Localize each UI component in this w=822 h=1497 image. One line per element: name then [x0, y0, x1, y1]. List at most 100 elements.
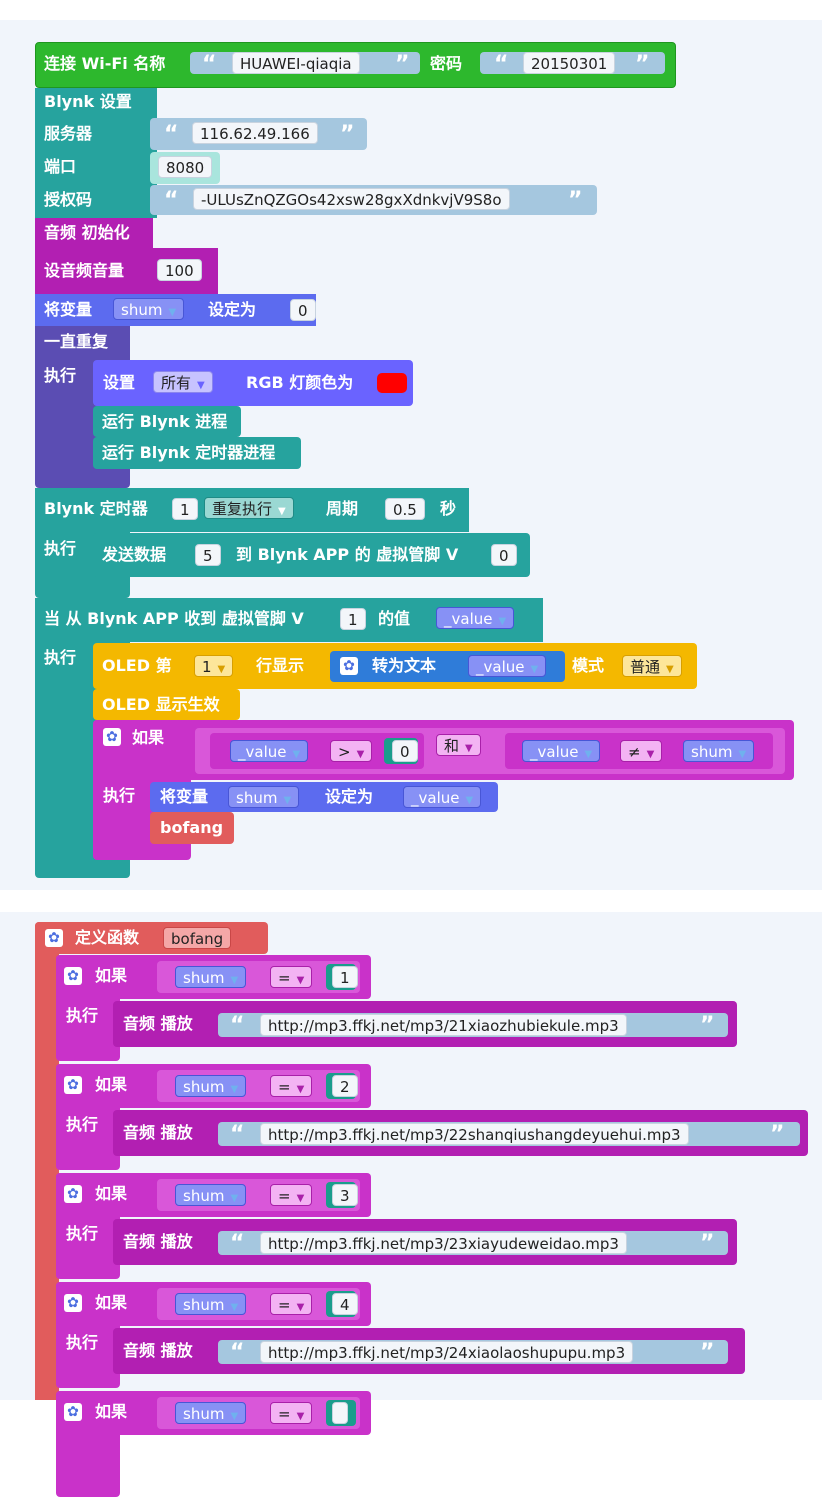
variable-dropdown[interactable]: shum ▼: [113, 298, 185, 320]
timer-sec-label: 秒: [440, 499, 457, 518]
case-number-field[interactable]: 4: [332, 1293, 358, 1315]
case-number-field[interactable]: 2: [332, 1075, 358, 1097]
receive-title: 当 从 Blynk APP 收到 虚拟管脚 V: [44, 609, 304, 628]
blynk-port-field[interactable]: 8080: [158, 156, 213, 178]
audio-url-field[interactable]: http://mp3.ffkj.net/mp3/23xiayudeweidao.…: [260, 1232, 627, 1254]
close-quote-icon: ”: [700, 1231, 715, 1256]
close-quote-icon: ”: [568, 188, 583, 213]
gear-icon[interactable]: ✿: [64, 1185, 82, 1203]
case-eq-value: =: [278, 1405, 291, 1423]
run-blynk-label: 运行 Blynk 进程: [102, 412, 228, 431]
dropdown-arrow-icon: ▼: [646, 749, 655, 760]
case-eq-dropdown[interactable]: = ▼: [270, 1402, 313, 1424]
dropdown-arrow-icon: ▼: [465, 795, 474, 806]
oled-row-dropdown[interactable]: 1 ▼: [194, 655, 234, 677]
case-eq-dropdown[interactable]: = ▼: [270, 966, 313, 988]
receive-pin-field[interactable]: 1: [340, 608, 366, 630]
case-eq-dropdown[interactable]: = ▼: [270, 1075, 313, 1097]
send-value-field[interactable]: 5: [195, 544, 221, 566]
open-quote-icon: “: [230, 1013, 245, 1038]
neq-right-var[interactable]: shum ▼: [683, 740, 755, 762]
close-quote-icon: ”: [770, 1122, 785, 1147]
dropdown-arrow-icon: ▼: [230, 1411, 239, 1422]
to-text-param-dropdown[interactable]: _value ▼: [468, 655, 547, 677]
to-text-label: 转为文本: [372, 656, 437, 675]
case-eq-dropdown[interactable]: = ▼: [270, 1293, 313, 1315]
gear-icon[interactable]: ✿: [64, 1294, 82, 1312]
set-var-value-field[interactable]: 0: [290, 299, 316, 321]
audio-volume-field[interactable]: 100: [157, 259, 202, 281]
operator-neq-value: ≠: [628, 743, 641, 761]
gear-icon[interactable]: ✿: [64, 967, 82, 985]
rgb-target-dropdown[interactable]: 所有 ▼: [153, 371, 213, 393]
oled-mode-dropdown[interactable]: 普通 ▼: [622, 655, 682, 677]
gear-icon[interactable]: ✿: [103, 728, 121, 746]
open-quote-icon: “: [230, 1122, 245, 1147]
close-quote-icon: ”: [700, 1013, 715, 1038]
case-var-dropdown[interactable]: shum ▼: [175, 1075, 247, 1097]
case-var-dropdown[interactable]: shum ▼: [175, 1184, 247, 1206]
dropdown-arrow-icon: ▼: [356, 749, 365, 760]
neq-left-var[interactable]: _value ▼: [522, 740, 601, 762]
case-number-field[interactable]: 3: [332, 1184, 358, 1206]
function-name-field[interactable]: bofang: [163, 927, 232, 949]
open-quote-icon: “: [164, 188, 179, 213]
send-data-label: 发送数据: [102, 545, 167, 564]
timer-period-field[interactable]: 0.5: [385, 498, 425, 520]
rgb-text: RGB 灯颜色为: [246, 373, 354, 392]
set-to-label: 设定为: [208, 300, 257, 319]
timer-mode-value: 重复执行: [212, 500, 273, 518]
dropdown-arrow-icon: ▼: [230, 1193, 239, 1204]
case-eq-dropdown[interactable]: = ▼: [270, 1184, 313, 1206]
gear-icon[interactable]: ✿: [64, 1076, 82, 1094]
wifi-ssid-field[interactable]: HUAWEI-qiaqia: [232, 52, 360, 74]
gear-icon[interactable]: ✿: [340, 657, 358, 675]
case-var-dropdown[interactable]: shum ▼: [175, 966, 247, 988]
receive-param-dropdown[interactable]: _value ▼: [436, 607, 515, 629]
inner-value-dropdown[interactable]: _value ▼: [403, 786, 482, 808]
blynk-auth-field[interactable]: -ULUsZnQZGOs42xsw28gxXdnkvjV9S8o: [193, 188, 510, 210]
compare-zero-field[interactable]: 0: [392, 740, 418, 762]
case-number-field[interactable]: [332, 1402, 348, 1424]
call-bofang-label: bofang: [160, 818, 224, 837]
blynk-server-field[interactable]: 116.62.49.166: [192, 122, 318, 144]
case-var-value: shum: [183, 1078, 225, 1096]
close-quote-icon: ”: [340, 122, 355, 147]
audio-url-field[interactable]: http://mp3.ffkj.net/mp3/22shanqiushangde…: [260, 1123, 689, 1145]
case-number-field[interactable]: 1: [332, 966, 358, 988]
wifi-password-field[interactable]: 20150301: [523, 52, 616, 74]
audio-url-field[interactable]: http://mp3.ffkj.net/mp3/21xiaozhubiekule…: [260, 1014, 627, 1036]
define-function-label: 定义函数: [75, 928, 140, 947]
gear-icon[interactable]: ✿: [64, 1403, 82, 1421]
operator-gt-dropdown[interactable]: > ▼: [330, 740, 373, 762]
compare-left-var[interactable]: _value ▼: [230, 740, 309, 762]
audio-url-field[interactable]: http://mp3.ffkj.net/mp3/24xiaolaoshupupu…: [260, 1341, 634, 1363]
operator-neq-dropdown[interactable]: ≠ ▼: [620, 740, 663, 762]
case-var-dropdown[interactable]: shum ▼: [175, 1293, 247, 1315]
variable-name: shum: [121, 301, 163, 319]
send-pin-field[interactable]: 0: [491, 544, 517, 566]
and-operator-dropdown[interactable]: 和 ▼: [436, 734, 481, 756]
timer-mode-dropdown[interactable]: 重复执行 ▼: [204, 497, 294, 519]
dropdown-arrow-icon: ▼: [296, 1193, 305, 1204]
timer-number-field[interactable]: 1: [172, 498, 198, 520]
audio-play-label: 音频 播放: [123, 1341, 193, 1360]
blynk-auth-label: 授权码: [44, 190, 93, 209]
oled-mode-value: 普通: [630, 658, 661, 676]
run-blynk-timer-label: 运行 Blynk 定时器进程: [102, 443, 276, 462]
close-quote-icon: ”: [395, 52, 410, 77]
wifi-password-label: 密码: [430, 54, 463, 73]
case-then-label: 执行: [66, 1333, 99, 1352]
oled-row-value: 1: [202, 658, 212, 676]
wifi-label: 连接 Wi-Fi 名称: [44, 54, 166, 73]
case-var-dropdown[interactable]: shum ▼: [175, 1402, 247, 1424]
close-quote-icon: ”: [635, 52, 650, 77]
gear-icon[interactable]: ✿: [45, 929, 63, 947]
dropdown-arrow-icon: ▼: [296, 1302, 305, 1313]
audio-play-label: 音频 播放: [123, 1232, 193, 1251]
and-operator-value: 和: [444, 737, 460, 755]
define-function-header[interactable]: [35, 922, 268, 954]
rgb-color-swatch[interactable]: [377, 373, 407, 393]
dropdown-arrow-icon: ▼: [498, 616, 507, 627]
inner-var-dropdown[interactable]: shum ▼: [228, 786, 300, 808]
